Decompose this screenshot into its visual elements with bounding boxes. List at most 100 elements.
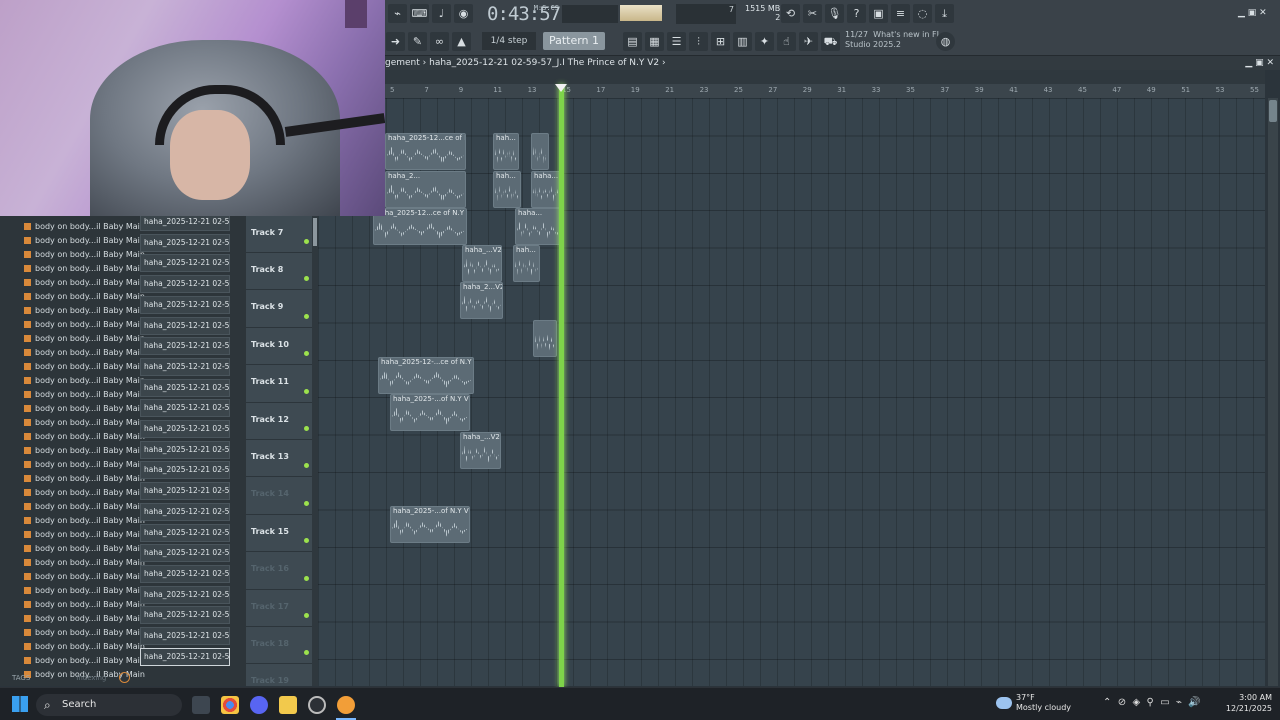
browser-item[interactable]: body on body...il Baby Main	[24, 586, 145, 595]
export-icon[interactable]: ⤓	[935, 4, 954, 23]
browser-item[interactable]: body on body...il Baby Main	[24, 264, 145, 273]
browser-item[interactable]: body on body...il Baby Main	[24, 236, 145, 245]
audio-clip[interactable]: haha_2...V2	[460, 282, 503, 319]
track-mute-led[interactable]	[304, 351, 309, 357]
audio-clip[interactable]: haha...	[515, 208, 562, 245]
browser-item[interactable]: body on body...il Baby Main	[24, 376, 145, 385]
track-mute-led[interactable]	[304, 313, 309, 319]
track-header[interactable]: Track 13	[246, 440, 312, 478]
chat-icon[interactable]: ◌	[913, 4, 932, 23]
recent-file-button[interactable]: haha_2025-12-21 02-59...	[140, 647, 230, 666]
plugin-icon[interactable]: ✦	[755, 32, 774, 51]
track-mute-led[interactable]	[304, 613, 309, 618]
browser-item[interactable]: body on body...il Baby Main	[24, 404, 145, 413]
draw-tool-icon[interactable]: ✎	[408, 32, 427, 51]
track-header[interactable]: Track 14	[246, 478, 312, 515]
time-marker-bar[interactable]	[385, 70, 1265, 84]
audio-clip[interactable]: haha_2025-...of N.Y V2	[390, 394, 470, 431]
audio-clip[interactable]: hah...	[493, 171, 521, 208]
browser-item[interactable]: body on body...il Baby Main	[24, 572, 145, 581]
task-view-icon[interactable]	[192, 696, 210, 714]
track-header[interactable]: Track 9	[246, 291, 312, 328]
recent-file-button[interactable]: haha_2025-12-21 02-53...	[140, 295, 230, 314]
window-controls[interactable]: ▁ ▣ ✕	[1238, 8, 1267, 18]
recent-file-button[interactable]: haha_2025-12-21 02-54...	[140, 316, 230, 335]
track-scroll-strip[interactable]	[312, 216, 318, 686]
track-mute-led[interactable]	[304, 388, 309, 394]
news-panel[interactable]: 11/27 What's new in FL Studio 2025.2	[845, 30, 941, 50]
recent-file-button[interactable]: haha_2025-12-21 02-59...	[140, 606, 230, 625]
browser-item[interactable]: body on body...il Baby Main	[24, 320, 145, 329]
browser-item[interactable]: body on body...il Baby Main	[24, 656, 145, 665]
browser-item[interactable]: body on body...il Baby Main	[24, 362, 145, 371]
browser-item[interactable]: body on body...il Baby Main	[24, 222, 145, 231]
audio-clip[interactable]: haha_2025-...of N.Y V2	[390, 506, 470, 543]
browser-item[interactable]: body on body...il Baby Main	[24, 600, 145, 609]
globe-icon[interactable]: ◍	[936, 32, 955, 51]
weather-widget[interactable]: 37°F Mostly cloudy	[1016, 693, 1071, 713]
audio-clip[interactable]: haha_2...	[385, 171, 466, 208]
track-mute-led[interactable]	[304, 239, 309, 244]
recent-file-button[interactable]: haha_2025-12-21 02-58...	[140, 523, 230, 542]
track-mute-led[interactable]	[304, 650, 309, 656]
record-mode-icon[interactable]: ◉	[454, 4, 473, 23]
stamp-icon[interactable]: ▲	[452, 32, 471, 51]
browser-item[interactable]: body on body...il Baby Main	[24, 488, 145, 497]
track-mute-led[interactable]	[304, 426, 309, 431]
audio-clip[interactable]: haha_2025-12...ce of N.Y V2	[373, 208, 467, 245]
recent-file-button[interactable]: haha_2025-12-21 02-57...	[140, 420, 230, 438]
browser-item[interactable]: body on body...il Baby Main	[24, 348, 145, 357]
playlist-window-controls[interactable]: ▁ ▣ ✕	[1245, 56, 1274, 70]
browser-item[interactable]: body on body...il Baby Main	[24, 474, 145, 483]
track-header[interactable]: Track 16	[246, 553, 312, 590]
track-header[interactable]: Track 12	[246, 403, 312, 440]
browser-item[interactable]: body on body...il Baby Main	[24, 460, 145, 469]
obs-icon[interactable]	[308, 696, 326, 714]
browser-icon[interactable]: ▥	[733, 32, 752, 51]
recent-file-button[interactable]: haha_2025-12-21 02-57...	[140, 461, 230, 480]
track-mute-led[interactable]	[304, 463, 309, 469]
audio-clip[interactable]	[531, 133, 549, 170]
browser-item[interactable]: body on body...il Baby Main	[24, 278, 145, 287]
microphone-icon[interactable]: 🎙	[825, 4, 844, 23]
browser-item[interactable]: body on body...il Baby Main	[24, 558, 145, 567]
recent-file-button[interactable]: haha_2025-12-21 02-57...	[140, 399, 230, 418]
recent-file-button[interactable]: haha_2025-12-21 02-57...	[140, 482, 230, 501]
recent-file-button[interactable]: haha_2025-12-21 02-56...	[140, 357, 230, 376]
browser-tags[interactable]: TAGS Indexing	[12, 674, 106, 682]
chrome-icon[interactable]	[221, 696, 239, 714]
browser-item[interactable]: body on body...il Baby Main	[24, 418, 145, 427]
recent-file-button[interactable]: haha_2025-12-21 02-59...	[140, 564, 230, 583]
piano-roll-icon[interactable]: ▦	[645, 32, 664, 51]
cart-icon[interactable]: ⛟	[821, 32, 840, 51]
recent-file-button[interactable]: haha_2025-12-21 02-55...	[140, 337, 230, 356]
typing-keyboard-icon[interactable]: ⌨	[410, 4, 429, 23]
browser-item[interactable]: body on body...il Baby Main	[24, 628, 145, 637]
plugin-picker-icon[interactable]: ⊞	[711, 32, 730, 51]
track-mute-led[interactable]	[304, 500, 309, 506]
snap-icon[interactable]: ⌁	[388, 4, 407, 23]
search-icon[interactable]	[119, 672, 130, 683]
playlist-icon[interactable]: ▤	[623, 32, 642, 51]
song-time-display[interactable]: 0:43:57 M:S:CS	[487, 3, 561, 27]
audio-clip[interactable]: haha_...V2	[460, 432, 501, 469]
audio-clip[interactable]: haha_2025-12...ce of N.Y V2	[385, 133, 466, 170]
browser-item[interactable]: body on body...il Baby Main	[24, 250, 145, 259]
mixer-view-icon[interactable]: ⫶	[689, 32, 708, 51]
track-mute-led[interactable]	[304, 575, 309, 581]
browser-item[interactable]: body on body...il Baby Main	[24, 642, 145, 651]
tray-icons[interactable]: ⌃ ⊘ ◈ ⚲ ▭ ⌁ 🔊	[1103, 697, 1201, 708]
undo-icon[interactable]: ⟲	[781, 4, 800, 23]
recent-file-button[interactable]: haha_2025-12-21 02-53...	[140, 275, 230, 294]
browser-item[interactable]: body on body...il Baby Main	[24, 306, 145, 315]
recent-file-button[interactable]: haha_2025-12-21 02-59...	[140, 627, 230, 645]
track-header[interactable]: Track 18	[246, 627, 312, 665]
recent-file-button[interactable]: haha_2025-12-21 02-59...	[140, 585, 230, 604]
touch-icon[interactable]: ☝	[777, 32, 796, 51]
audio-clip[interactable]: hah...	[513, 245, 540, 282]
snap-step-selector[interactable]: 1/4 step	[482, 32, 536, 50]
browser-item[interactable]: body on body...il Baby Main	[24, 502, 145, 511]
recent-file-button[interactable]: haha_2025-12-21 02-53...	[140, 254, 230, 273]
browser-item[interactable]: body on body...il Baby Main	[24, 446, 145, 455]
track-header[interactable]: Track 15	[246, 515, 312, 553]
